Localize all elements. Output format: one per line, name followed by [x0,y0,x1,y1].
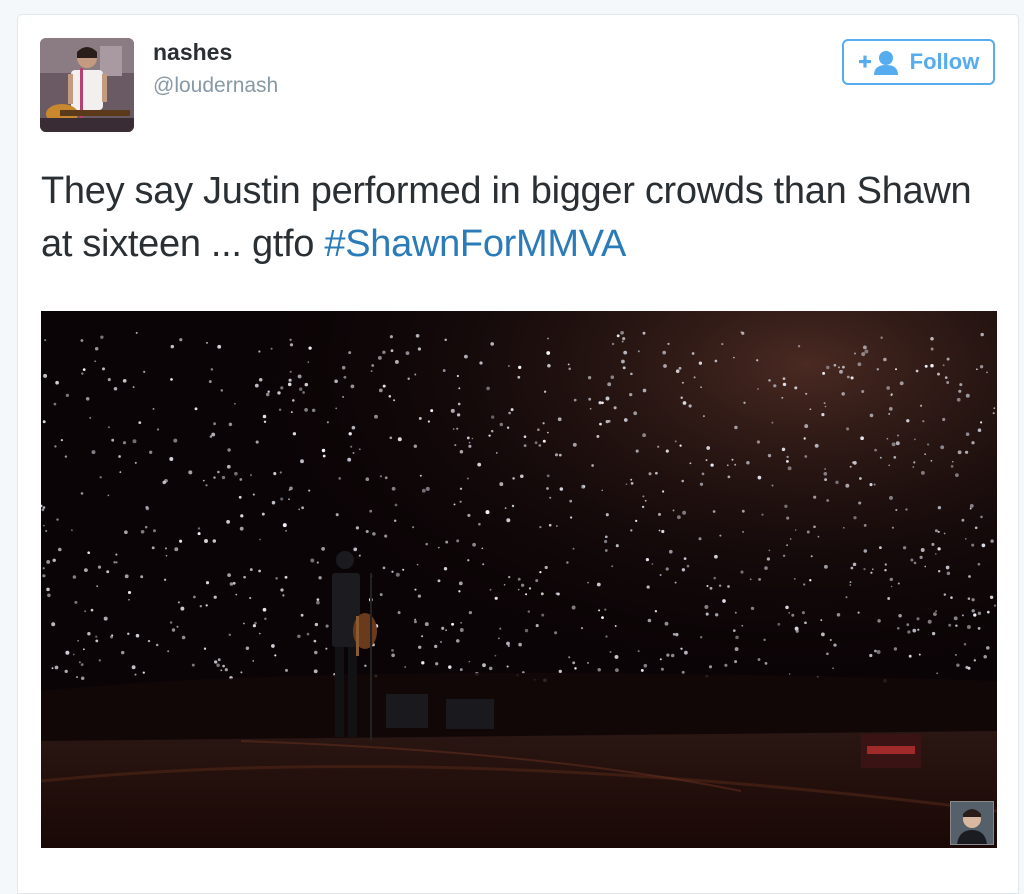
avatar[interactable] [40,38,134,132]
concert-photo [41,311,997,848]
follow-button[interactable]: Follow [842,39,995,85]
tweet-card: nashes @loudernash Follow They say Justi… [17,14,1019,894]
avatar-image [40,38,134,132]
person-thumbnail [950,801,994,845]
performer-silhouette [332,551,377,741]
add-user-icon [858,51,898,75]
screen-name[interactable]: @loudernash [153,74,278,98]
display-name[interactable]: nashes [153,39,232,66]
hashtag-link[interactable]: #ShawnForMMVA [324,223,626,265]
tweet-text: They say Justin performed in bigger crow… [41,165,1001,271]
tweet-photo[interactable] [41,311,997,848]
follow-label: Follow [909,49,980,74]
